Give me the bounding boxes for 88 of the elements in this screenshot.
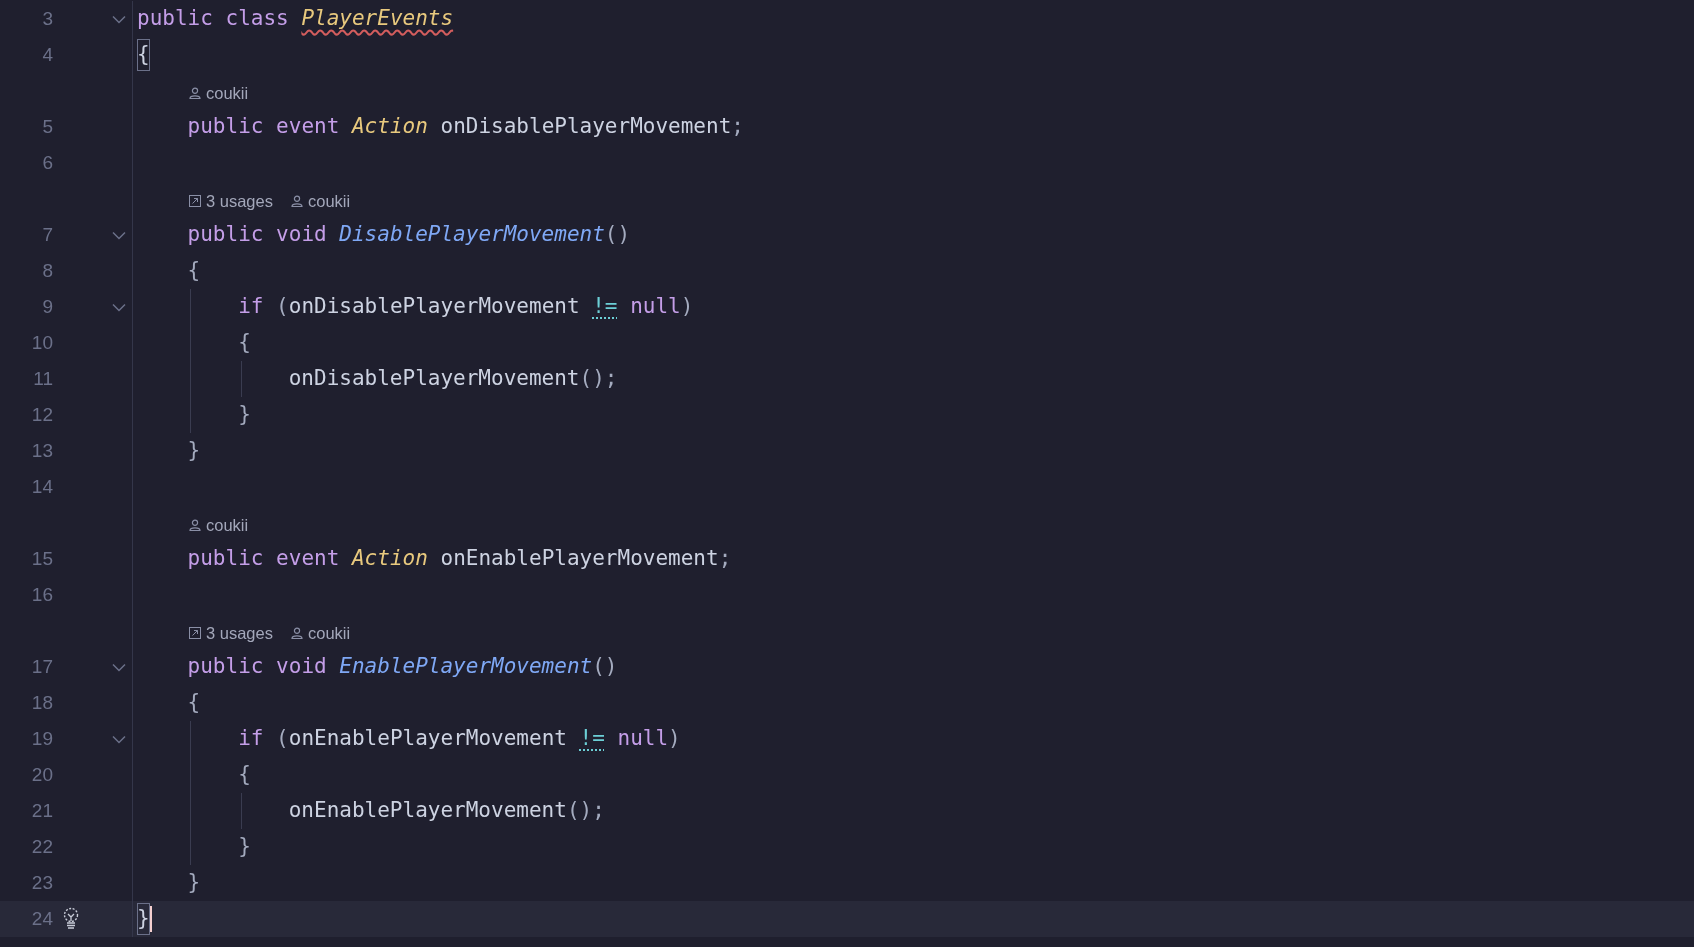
punctuation-token: ) bbox=[668, 725, 681, 753]
person-icon bbox=[290, 627, 303, 639]
line-number: 22 bbox=[30, 834, 53, 859]
identifier-token: onEnablePlayerMovement bbox=[440, 545, 719, 573]
text-caret bbox=[149, 906, 152, 932]
line-number: 10 bbox=[30, 330, 53, 355]
punctuation-token: } bbox=[187, 869, 201, 897]
identifier-token: onDisablePlayerMovement bbox=[440, 113, 732, 141]
fold-chevron-icon[interactable] bbox=[112, 734, 126, 744]
keyword-token: public bbox=[187, 113, 264, 141]
punctuation-token: ; bbox=[718, 545, 732, 573]
line-number: 16 bbox=[30, 582, 53, 607]
line-number: 24 bbox=[30, 906, 53, 931]
fold-chevron-icon[interactable] bbox=[112, 230, 126, 240]
person-icon bbox=[189, 519, 201, 531]
punctuation-token: (); bbox=[579, 365, 618, 393]
keyword-token: null bbox=[617, 725, 669, 753]
line-number: 9 bbox=[41, 294, 53, 319]
keyword-token: event bbox=[276, 545, 340, 573]
punctuation-token: ; bbox=[731, 113, 744, 141]
punctuation-token: () bbox=[592, 653, 618, 681]
identifier-token: onDisablePlayerMovement bbox=[288, 365, 580, 393]
operator-token: != bbox=[579, 725, 605, 753]
line-number: 21 bbox=[30, 798, 53, 823]
punctuation-token: () bbox=[604, 221, 631, 249]
line-number: 13 bbox=[30, 438, 53, 463]
punctuation-token: } bbox=[238, 833, 251, 861]
keyword-token: if bbox=[238, 293, 264, 321]
matched-brace-token: { bbox=[137, 39, 150, 71]
usages-icon bbox=[189, 195, 201, 207]
punctuation-token: } bbox=[187, 437, 201, 465]
line-number: 11 bbox=[32, 366, 53, 391]
type-token: Action bbox=[351, 113, 428, 141]
line-number: 15 bbox=[30, 546, 53, 571]
person-icon bbox=[189, 87, 201, 99]
line-number: 23 bbox=[30, 870, 53, 895]
line-number: 3 bbox=[41, 6, 53, 31]
identifier-token: onEnablePlayerMovement bbox=[288, 725, 567, 753]
type-token: Action bbox=[351, 545, 428, 573]
keyword-token: if bbox=[238, 725, 264, 753]
keyword-token: public bbox=[187, 221, 264, 249]
keyword-token: class bbox=[225, 5, 289, 33]
lightbulb-icon[interactable] bbox=[62, 907, 80, 931]
method-name-token: DisablePlayerMovement bbox=[339, 221, 605, 249]
class-name-token: PlayerEvents bbox=[301, 5, 454, 33]
keyword-token: null bbox=[630, 293, 681, 321]
line-number: 6 bbox=[41, 150, 53, 175]
identifier-token: onEnablePlayerMovement bbox=[288, 797, 567, 825]
usages-hint[interactable]: 3 usages bbox=[206, 188, 273, 214]
operator-token: != bbox=[592, 293, 618, 321]
usages-icon bbox=[189, 627, 201, 639]
keyword-token: void bbox=[276, 221, 327, 249]
punctuation-token: ( bbox=[276, 293, 289, 321]
punctuation-token: { bbox=[187, 689, 201, 717]
author-hint[interactable]: coukii bbox=[206, 512, 249, 538]
author-hint[interactable]: coukii bbox=[307, 620, 351, 646]
keyword-token: public bbox=[187, 545, 264, 573]
usages-hint[interactable]: 3 usages bbox=[206, 620, 273, 646]
person-icon bbox=[290, 195, 303, 207]
fold-chevron-icon[interactable] bbox=[112, 302, 126, 312]
author-hint[interactable]: coukii bbox=[206, 80, 249, 106]
line-number: 20 bbox=[30, 762, 53, 787]
line-number: 19 bbox=[30, 726, 53, 751]
identifier-token: onDisablePlayerMovement bbox=[288, 293, 580, 321]
line-number: 14 bbox=[30, 474, 53, 499]
punctuation-token: (); bbox=[566, 797, 605, 825]
fold-chevron-icon[interactable] bbox=[112, 14, 126, 24]
punctuation-token: ) bbox=[680, 293, 694, 321]
line-number: 17 bbox=[30, 654, 53, 679]
line-number: 4 bbox=[41, 42, 53, 67]
keyword-token: public bbox=[187, 653, 264, 681]
line-number: 12 bbox=[30, 402, 53, 427]
punctuation-token: ( bbox=[276, 725, 289, 753]
line-number: 18 bbox=[30, 690, 53, 715]
keyword-token: event bbox=[276, 113, 340, 141]
punctuation-token: } bbox=[238, 401, 251, 429]
author-hint[interactable]: coukii bbox=[307, 188, 351, 214]
line-number: 8 bbox=[41, 258, 53, 283]
punctuation-token: { bbox=[187, 257, 201, 285]
method-name-token: EnablePlayerMovement bbox=[339, 653, 593, 681]
punctuation-token: { bbox=[238, 329, 251, 357]
keyword-token: public bbox=[137, 5, 213, 33]
line-number: 7 bbox=[41, 222, 53, 247]
punctuation-token: { bbox=[238, 761, 251, 789]
fold-chevron-icon[interactable] bbox=[112, 662, 126, 672]
keyword-token: void bbox=[276, 653, 327, 681]
matched-brace-token: } bbox=[137, 903, 150, 935]
line-number: 5 bbox=[41, 114, 53, 139]
